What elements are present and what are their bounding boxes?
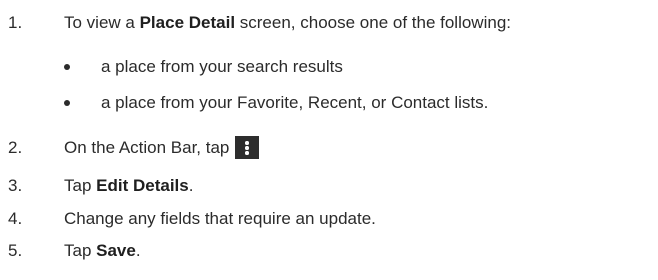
bullet-icon [64, 64, 70, 70]
bullet-text: a place from your search results [101, 57, 343, 76]
place-detail-term: Place Detail [139, 13, 236, 32]
overflow-menu-icon [235, 136, 260, 160]
step-text: Tap Edit Details. [64, 176, 194, 195]
step-text: Change any fields that require an update… [64, 209, 376, 228]
step-number: 3. [8, 176, 23, 195]
step-text: To view a Place Detail screen, choose on… [64, 13, 511, 32]
save-term: Save [96, 241, 136, 260]
bullet-text: a place from your Favorite, Recent, or C… [101, 93, 489, 112]
step-text: On the Action Bar, tap [64, 136, 260, 160]
step-number: 1. [8, 13, 23, 32]
edit-details-term: Edit Details [96, 176, 189, 195]
step-number: 2. [8, 138, 23, 157]
bullet-icon [64, 100, 70, 106]
step-number: 5. [8, 241, 23, 260]
step-text: Tap Save. [64, 241, 141, 260]
step-number: 4. [8, 209, 23, 228]
